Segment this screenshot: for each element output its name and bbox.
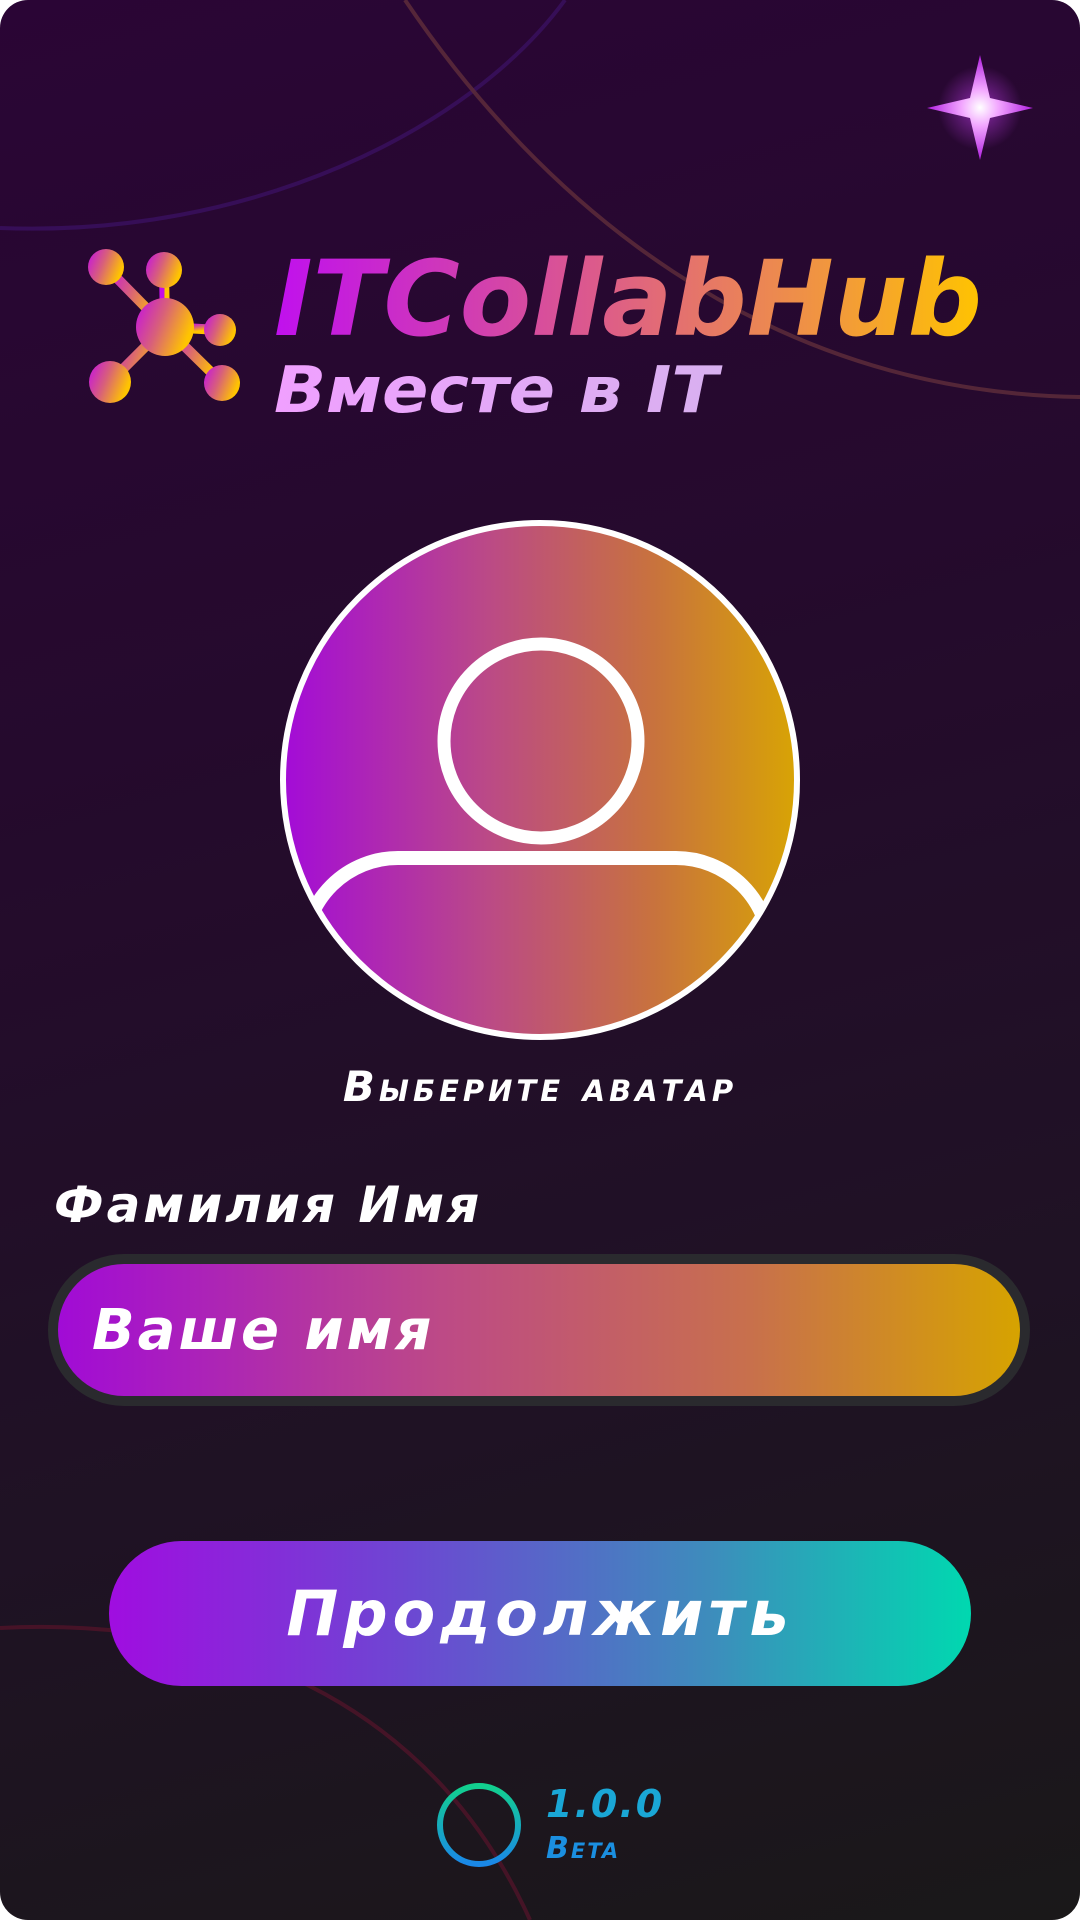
user-icon [280,520,800,1040]
continue-button[interactable]: Продолжить [109,1541,971,1686]
release-stage: Beta [546,1831,621,1866]
app-title: ITCollabHub [274,238,982,360]
name-input[interactable] [58,1264,1020,1396]
name-field-label: Фамилия Имя [54,1176,483,1234]
avatar-caption: Выберите аватар [342,1062,738,1111]
app-tagline: Вместе в IT [274,354,723,428]
sparkle-icon [927,55,1033,160]
version-number: 1.0.0 [546,1782,665,1826]
avatar-picker-button[interactable] [280,520,800,1040]
app-screen: ITCollabHub Вместе в IT Выберите аватар … [0,0,1080,1920]
network-hub-icon [88,249,240,403]
app-logo-text: ITCollabHub Вместе в IT [274,238,982,428]
ring-icon [437,1783,521,1867]
